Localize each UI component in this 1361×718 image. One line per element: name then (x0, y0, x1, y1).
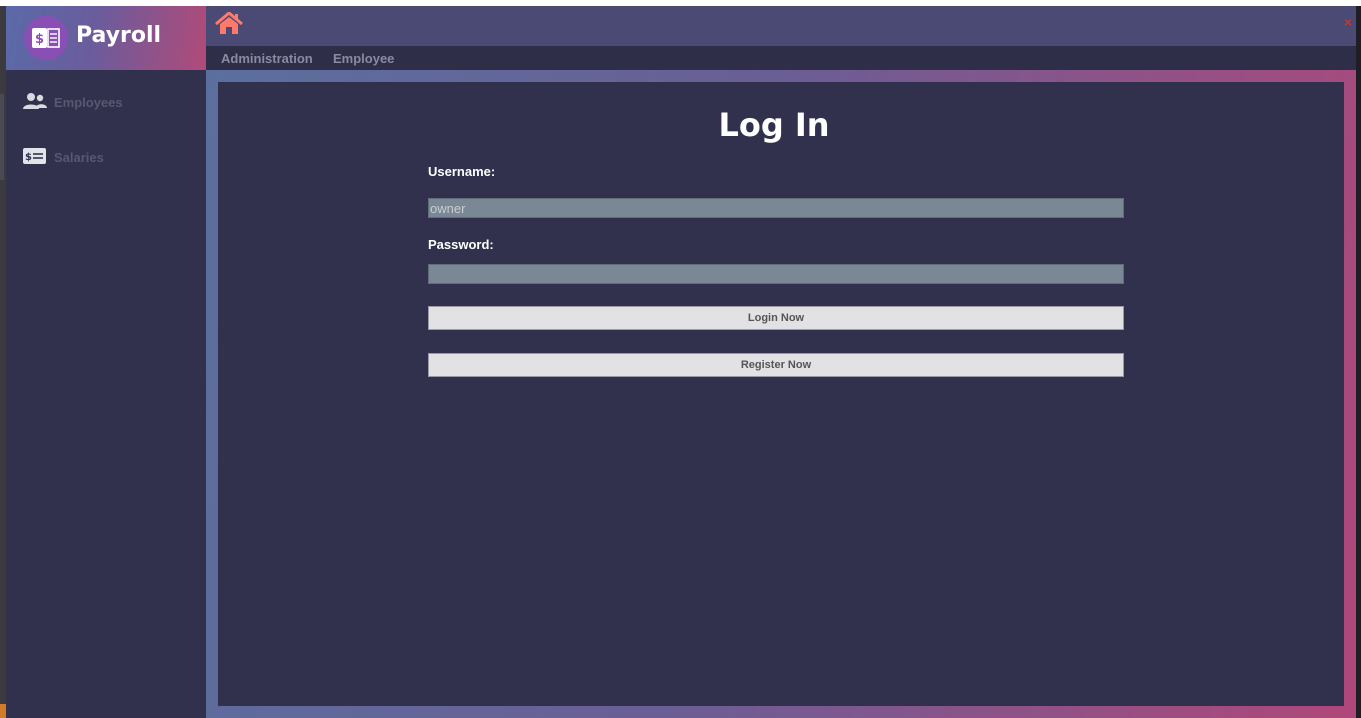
login-panel: Log In Username: Password: Login Now Reg… (218, 82, 1344, 706)
salary-card-icon: $ (23, 147, 47, 170)
password-label: Password: (428, 237, 494, 252)
sidebar-item-label: Salaries (54, 150, 104, 165)
payroll-logo-icon: $ (24, 16, 68, 60)
sidebar-item-employees[interactable]: Employees (6, 82, 206, 122)
sidebar: $ Payroll Employees $ Salaries (6, 6, 206, 718)
sidebar-item-label: Employees (54, 95, 123, 110)
menu-item-administration[interactable]: Administration (221, 51, 313, 66)
page-title: Log In (718, 106, 830, 144)
desktop-right-strip (1356, 6, 1361, 718)
logo-panel: $ Payroll (6, 6, 206, 70)
app-title: Payroll (76, 23, 162, 48)
menu-item-employee[interactable]: Employee (333, 51, 394, 66)
top-bar: × (206, 6, 1356, 46)
close-icon[interactable]: × (1344, 14, 1352, 30)
svg-text:$: $ (25, 152, 32, 163)
sidebar-item-salaries[interactable]: $ Salaries (6, 137, 206, 177)
users-icon (23, 92, 47, 115)
register-button[interactable]: Register Now (428, 353, 1124, 377)
desktop-strip-marker (0, 94, 4, 180)
svg-text:$: $ (35, 32, 44, 47)
username-input[interactable] (428, 198, 1124, 218)
menu-bar: Administration Employee (206, 46, 1356, 70)
content-frame: Log In Username: Password: Login Now Reg… (206, 70, 1356, 718)
home-icon[interactable] (214, 11, 244, 41)
username-label: Username: (428, 164, 496, 179)
payroll-window: $ Payroll Employees $ Salaries × Adminis… (6, 6, 1356, 718)
password-input[interactable] (428, 264, 1124, 284)
login-button[interactable]: Login Now (428, 306, 1124, 330)
